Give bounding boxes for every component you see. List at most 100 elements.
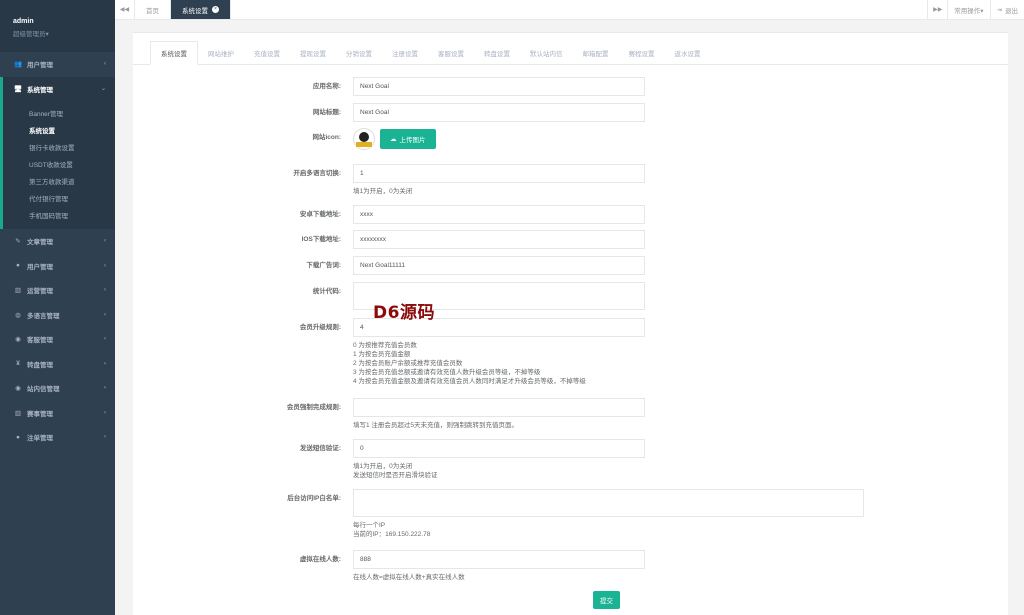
submenu-item-banner[interactable]: Banner管理 [3, 104, 115, 121]
sidebar-nav: 👥 用户管理 ‹ 🖥 系统管理 ⌄ Banner管理 系统设置 银行卡收款设置 USDT… [0, 52, 115, 450]
tab-label: 系统设置 [182, 7, 208, 15]
help-text-line: 填1为开启，0为关闭 [353, 463, 413, 470]
tab-schedule[interactable]: 赛程设置 [619, 41, 665, 64]
tab-distribution[interactable]: 分销设置 [336, 41, 382, 64]
row-ip-whitelist: 后台访问IP白名单: 每行一个IP 当前的IP：169.150.222.78 [133, 489, 864, 539]
row-site-title: 网站标题: Next Goal [133, 103, 645, 122]
tab-recharge[interactable]: 充值设置 [244, 41, 290, 64]
chevron-down-icon: ⌄ [100, 86, 106, 93]
tab-withdraw[interactable]: 提现设置 [290, 41, 336, 64]
upload-label: 上传图片 [399, 137, 426, 144]
sidebar-item-label: 用户管理 [27, 62, 53, 70]
sidebar-item-operation-mgmt[interactable]: ▥ 运营管理 ‹ [0, 278, 115, 303]
file-icon: ✎ [15, 238, 21, 246]
main-content: 系统设置 网站维护 充值设置 提现设置 分销设置 注册设置 客服设置 转盘设置 … [115, 20, 1024, 615]
users-icon: 👥 [13, 61, 23, 69]
row-sms-verify: 发送短信验证: 0 填1为开启，0为关闭 发送短信时是否开启滑块验证 [133, 439, 645, 480]
row-download-ad: 下载广告词: Next Goal11111 [133, 256, 645, 275]
field-label: 安卓下载地址: [299, 211, 341, 218]
android-url-input[interactable]: xxxx [353, 205, 645, 224]
ios-url-input[interactable]: xxxxxxxx [353, 230, 645, 249]
sidebar-item-label: 运营管理 [27, 288, 53, 296]
user-icon: ● [16, 262, 20, 270]
close-icon[interactable]: × [212, 6, 219, 13]
submit-button[interactable]: 提交 [593, 591, 620, 609]
sidebar-item-language-mgmt[interactable]: ◍ 多语言管理 ‹ [0, 303, 115, 328]
sidebar-item-wheel-mgmt[interactable]: ¥ 转盘管理 ‹ [0, 352, 115, 377]
common-ops-dropdown[interactable]: 常用操作▾ [947, 0, 989, 19]
tab-rebate[interactable]: 返水设置 [665, 41, 711, 64]
submenu-item-system-settings[interactable]: 系统设置 [3, 121, 115, 138]
sidebar-item-user-mgmt-2[interactable]: ● 用户管理 ‹ [0, 254, 115, 279]
user-profile[interactable]: admin 超级管理员▾ [0, 0, 115, 52]
field-label: IOS下载地址: [301, 236, 341, 243]
field-label: 网站标题: [312, 109, 341, 116]
tab-email[interactable]: 邮箱配置 [573, 41, 619, 64]
cloud-upload-icon: ☁ [390, 136, 397, 143]
sidebar-item-label: 赛事管理 [27, 410, 53, 418]
help-text: 在线人数=虚拟在线人数+真实在线人数 [353, 574, 465, 581]
help-text-line: 0 为按推荐充值会员数 [353, 342, 417, 349]
sidebar-item-label: 多语言管理 [27, 312, 60, 320]
tab-wheel[interactable]: 转盘设置 [474, 41, 520, 64]
row-virtual-online: 虚拟在线人数: 888 在线人数=虚拟在线人数+真实在线人数 [133, 550, 645, 582]
sidebar-item-match-mgmt[interactable]: ▥ 赛事管理 ‹ [0, 401, 115, 426]
chart-icon: ▥ [14, 287, 22, 295]
multi-lang-input[interactable]: 1 [353, 164, 645, 183]
field-label: 下载广告词: [306, 262, 341, 269]
tab-home[interactable]: 首页 [135, 0, 171, 19]
row-android-url: 安卓下载地址: xxxx [133, 205, 645, 224]
sidebar-item-service-mgmt[interactable]: ◉ 客服管理 ‹ [0, 327, 115, 352]
submenu-item-usdt[interactable]: USDT收款设置 [3, 155, 115, 172]
sidebar-item-message-mgmt[interactable]: ◉ 站内信管理 ‹ [0, 376, 115, 401]
sidebar-item-article-mgmt[interactable]: ✎ 文章管理 ‹ [0, 229, 115, 254]
virtual-online-input[interactable]: 888 [353, 550, 645, 569]
help-text: 填1为开启，0为关闭 [353, 188, 413, 195]
row-upgrade-rule: 会员升级规则: 4 0 为按推荐充值会员数 1 为按会员充值金额 2 为按会员账… [133, 318, 645, 386]
submenu-item-third-party[interactable]: 第三方收款渠道 [3, 172, 115, 189]
sidebar-item-system-mgmt[interactable]: 🖥 系统管理 ⌄ [0, 76, 115, 101]
scroll-right-icon[interactable]: ▶▶ [927, 0, 947, 19]
chevron-left-icon: ‹ [104, 336, 106, 343]
chevron-left-icon: ‹ [104, 409, 106, 416]
submenu-item-phone-code[interactable]: 手机国码管理 [3, 206, 115, 223]
settings-panel: 系统设置 网站维护 充值设置 提现设置 分销设置 注册设置 客服设置 转盘设置 … [133, 32, 1008, 615]
scroll-left-icon[interactable]: ◀◀ [115, 0, 135, 19]
top-tab-bar: ◀◀ 首页 系统设置 × ▶▶ 常用操作▾ ⇥ 退出 [115, 0, 1024, 20]
tab-register[interactable]: 注册设置 [382, 41, 428, 64]
user-role-dropdown[interactable]: 超级管理员▾ [13, 28, 115, 38]
chevron-left-icon: ‹ [104, 262, 106, 269]
sidebar-item-label: 客服管理 [27, 337, 53, 345]
chat-icon: ◉ [15, 336, 21, 344]
app-root: admin 超级管理员▾ 👥 用户管理 ‹ 🖥 系统管理 ⌄ Banner管理 系统设置… [0, 0, 1024, 615]
sms-verify-input[interactable]: 0 [353, 439, 645, 458]
sidebar-item-label: 系统管理 [27, 86, 53, 94]
field-label: 发送短信验证: [299, 445, 341, 452]
site-title-input[interactable]: Next Goal [353, 103, 645, 122]
submenu-item-bank-card[interactable]: 银行卡收款设置 [3, 138, 115, 155]
tab-maintenance[interactable]: 网站维护 [198, 41, 244, 64]
field-label: 会员升级规则: [299, 324, 341, 331]
logout-button[interactable]: ⇥ 退出 [989, 0, 1024, 19]
chevron-left-icon: ‹ [104, 287, 106, 294]
logout-label: 退出 [1005, 7, 1018, 15]
sidebar-item-user-mgmt[interactable]: 👥 用户管理 ‹ [0, 52, 115, 77]
sidebar-item-bet-mgmt[interactable]: ● 注单管理 ‹ [0, 425, 115, 450]
row-ios-url: IOS下载地址: xxxxxxxx [133, 230, 645, 249]
app-name-input[interactable]: Next Goal [353, 77, 645, 96]
submenu-item-payout-bank[interactable]: 代付银行管理 [3, 189, 115, 206]
sidebar-item-label: 转盘管理 [27, 361, 53, 369]
tab-system-settings[interactable]: 系统设置 × [171, 0, 231, 19]
tab-default-message[interactable]: 默认站内信 [520, 41, 573, 64]
tab-service[interactable]: 客服设置 [428, 41, 474, 64]
ip-whitelist-textarea[interactable] [353, 489, 864, 517]
download-ad-input[interactable]: Next Goal11111 [353, 256, 645, 275]
help-text: 填写1 注册会员超过5天未充值，则强制跳转到充值页面。 [353, 422, 519, 429]
user-name: admin [13, 18, 34, 25]
sidebar-item-label: 站内信管理 [27, 386, 60, 394]
force-recharge-input[interactable] [353, 398, 645, 417]
chevron-left-icon: ‹ [104, 434, 106, 441]
tab-system[interactable]: 系统设置 [150, 41, 198, 65]
upload-image-button[interactable]: ☁ 上传图片 [380, 129, 436, 149]
